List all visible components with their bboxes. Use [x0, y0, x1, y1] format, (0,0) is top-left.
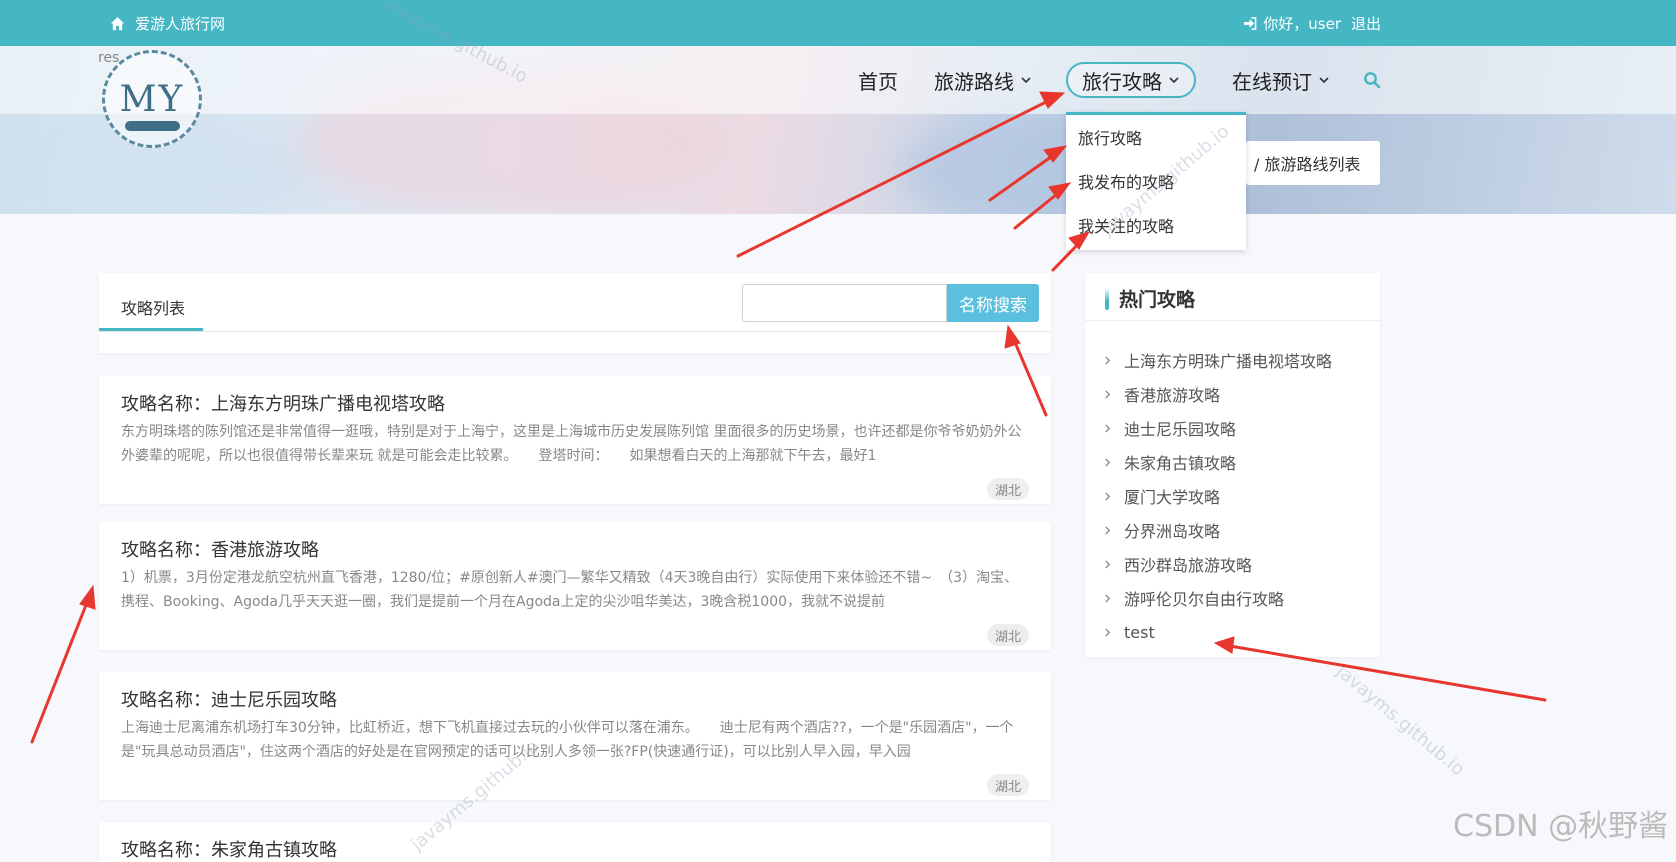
chevron-right-icon [1105, 491, 1111, 501]
hot-guide-label: 上海东方明珠广播电视塔攻略 [1124, 352, 1333, 371]
guide-description: 东方明珠塔的陈列馆还是非常值得一逛哦，特别是对于上海宁，这里是上海城市历史发展陈… [121, 424, 1022, 464]
nav-guides-label: 旅行攻略 [1082, 69, 1162, 94]
annotation-arrow [30, 598, 90, 744]
hot-guide-label: 厦门大学攻略 [1124, 488, 1221, 507]
nav-booking-label: 在线预订 [1232, 69, 1312, 94]
hot-guide-item[interactable]: 香港旅游攻略 [1103, 377, 1332, 411]
region-tag: 湖北 [986, 774, 1029, 796]
home-link[interactable]: 爱游人旅行网 [110, 13, 225, 34]
hot-guide-label: 香港旅游攻略 [1124, 386, 1221, 405]
guide-card[interactable]: 攻略名称：上海东方明珠广播电视塔攻略 东方明珠塔的陈列馆还是非常值得一逛哦，特别… [99, 376, 1051, 504]
guide-title[interactable]: 攻略名称：香港旅游攻略 [121, 536, 319, 562]
hot-guide-item[interactable]: test [1103, 615, 1332, 649]
sidebar-heading: 热门攻略 [1105, 285, 1195, 312]
heading-accent-bar [1105, 287, 1109, 310]
guide-title[interactable]: 攻略名称：迪士尼乐园攻略 [121, 686, 337, 712]
hot-guide-label: 游呼伦贝尔自由行攻略 [1124, 590, 1285, 609]
breadcrumb: / 旅游路线列表 [1246, 141, 1380, 185]
hot-guide-item[interactable]: 西沙群岛旅游攻略 [1103, 547, 1332, 581]
guide-card[interactable]: 攻略名称：迪士尼乐园攻略 上海迪士尼离浦东机场打车30分钟，比虹桥近，想下飞机直… [99, 672, 1051, 800]
search-input[interactable] [742, 284, 947, 322]
dropdown-item-my-published[interactable]: 我发布的攻略 [1066, 159, 1246, 203]
guide-list-header: 攻略列表 名称搜索 [99, 273, 1051, 353]
logout-link[interactable]: 退出 [1351, 13, 1381, 34]
hot-guide-label: 西沙群岛旅游攻略 [1124, 556, 1253, 575]
hot-guides-list: 上海东方明珠广播电视塔攻略 香港旅游攻略 迪士尼乐园攻略 朱家角古镇攻略 厦门大… [1103, 343, 1332, 649]
chevron-down-icon [1169, 77, 1179, 84]
greeting-text: 你好，user [1263, 15, 1341, 33]
hot-guide-label: test [1124, 622, 1155, 642]
sidebar-title: 热门攻略 [1119, 289, 1196, 311]
chevron-right-icon [1105, 423, 1111, 433]
user-area: 你好，user 退出 [1242, 13, 1381, 34]
arrowhead [79, 584, 96, 610]
hot-guide-item[interactable]: 分界洲岛攻略 [1103, 513, 1332, 547]
divider [99, 331, 1051, 332]
nav-booking[interactable]: 在线预订 [1232, 62, 1330, 98]
nav-guides[interactable]: 旅行攻略 [1066, 62, 1196, 98]
hot-guide-item[interactable]: 游呼伦贝尔自由行攻略 [1103, 581, 1332, 615]
hot-guide-label: 分界洲岛攻略 [1124, 522, 1221, 541]
nav-home[interactable]: 首页 [858, 62, 898, 98]
logo-wave [125, 121, 180, 131]
hot-guide-item[interactable]: 迪士尼乐园攻略 [1103, 411, 1332, 445]
home-icon [110, 16, 125, 31]
guide-card[interactable]: 攻略名称：香港旅游攻略 1）机票，3月份定港龙航空杭州直飞香港，1280/位；#… [99, 522, 1051, 650]
hot-guide-item[interactable]: 厦门大学攻略 [1103, 479, 1332, 513]
nav-routes[interactable]: 旅游路线 [934, 62, 1032, 98]
tab-guide-list[interactable]: 攻略列表 [121, 295, 185, 319]
site-name: 爱游人旅行网 [135, 15, 226, 33]
guides-dropdown-menu: 旅行攻略 我发布的攻略 我关注的攻略 [1066, 112, 1246, 250]
divider [1085, 320, 1380, 321]
chevron-right-icon [1105, 593, 1111, 603]
chevron-right-icon [1105, 525, 1111, 535]
dropdown-item-guides[interactable]: 旅行攻略 [1066, 115, 1246, 159]
chevron-down-icon [1021, 77, 1031, 84]
chevron-right-icon [1105, 389, 1111, 399]
region-tag: 湖北 [986, 624, 1029, 646]
hot-guide-label: 朱家角古镇攻略 [1124, 454, 1237, 473]
guide-card[interactable]: 攻略名称：朱家角古镇攻略 [99, 822, 1051, 862]
search-icon[interactable] [1363, 71, 1381, 89]
chevron-right-icon [1105, 355, 1111, 365]
chevron-right-icon [1105, 627, 1111, 637]
guide-title[interactable]: 攻略名称：上海东方明珠广播电视塔攻略 [121, 390, 445, 416]
guide-description: 上海迪士尼离浦东机场打车30分钟，比虹桥近，想下飞机直接过去玩的小伙伴可以落在浦… [121, 720, 1014, 760]
hot-guide-item[interactable]: 朱家角古镇攻略 [1103, 445, 1332, 479]
watermark: javayms.github.io [1332, 660, 1469, 781]
hot-guides-sidebar: 热门攻略 上海东方明珠广播电视塔攻略 香港旅游攻略 迪士尼乐园攻略 朱家角古镇攻… [1085, 273, 1380, 657]
main-nav: 首页 旅游路线 旅行攻略 在线预订 [0, 62, 1676, 102]
top-bar: 爱游人旅行网 你好，user 退出 [0, 0, 1676, 46]
guide-description: 1）机票，3月份定港龙航空杭州直飞香港，1280/位；#原创新人#澳门—繁华又精… [121, 570, 1019, 610]
nav-home-label: 首页 [858, 69, 898, 94]
hot-guide-label: 迪士尼乐园攻略 [1124, 420, 1237, 439]
region-tag: 湖北 [986, 478, 1029, 500]
search-button[interactable]: 名称搜索 [947, 284, 1039, 322]
chevron-right-icon [1105, 559, 1111, 569]
dropdown-item-my-followed[interactable]: 我关注的攻略 [1066, 203, 1246, 247]
chevron-right-icon [1105, 457, 1111, 467]
sign-in-icon [1244, 17, 1257, 30]
nav-routes-label: 旅游路线 [934, 69, 1014, 94]
hot-guide-item[interactable]: 上海东方明珠广播电视塔攻略 [1103, 343, 1332, 377]
chevron-down-icon [1319, 77, 1329, 84]
guide-title[interactable]: 攻略名称：朱家角古镇攻略 [121, 836, 337, 862]
csdn-watermark: CSDN @秋野酱 [1453, 809, 1669, 844]
